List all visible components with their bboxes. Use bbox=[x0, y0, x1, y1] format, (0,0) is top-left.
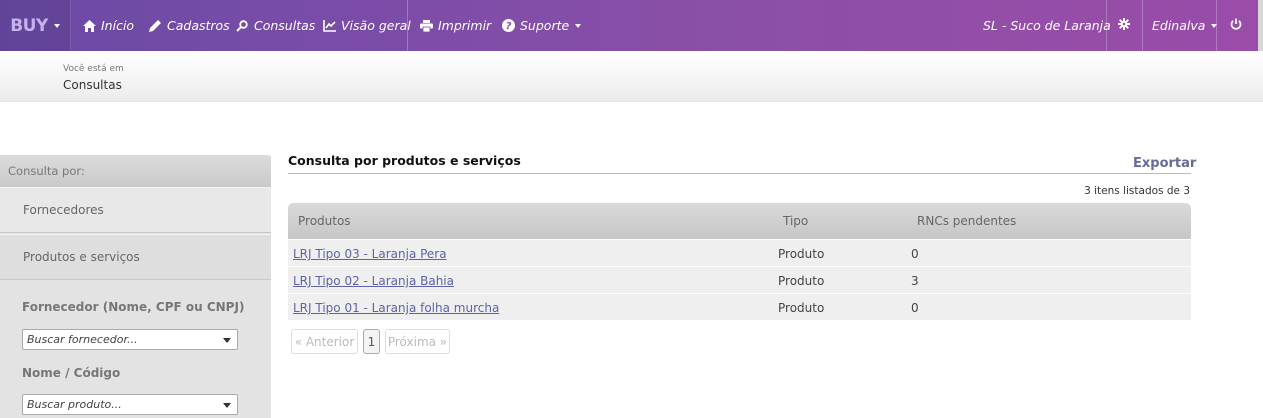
company-name: SL - Suco de Laranja bbox=[983, 18, 1111, 33]
pending-rncs: 3 bbox=[911, 274, 919, 288]
nav-visao-geral[interactable]: Visão geral bbox=[322, 0, 411, 51]
export-link[interactable]: Exportar bbox=[1133, 156, 1196, 171]
logout-button[interactable] bbox=[1216, 0, 1256, 51]
sidebar-item-produtos-servicos[interactable]: Produtos e serviços bbox=[0, 234, 271, 280]
chevron-down-icon bbox=[223, 403, 231, 408]
svg-text:?: ? bbox=[505, 21, 511, 32]
nav-label: Imprimir bbox=[438, 18, 492, 33]
gear-icon bbox=[1118, 18, 1130, 33]
nav-imprimir[interactable]: Imprimir bbox=[419, 0, 491, 51]
home-icon bbox=[82, 19, 96, 33]
nav-cadastros[interactable]: Cadastros bbox=[148, 0, 230, 51]
result-count: 3 itens listados de 3 bbox=[1084, 185, 1190, 197]
window-edge bbox=[1258, 0, 1263, 51]
chevron-down-icon bbox=[575, 23, 582, 28]
nav-divider bbox=[1142, 0, 1143, 51]
product-type: Produto bbox=[778, 247, 825, 261]
nav-label: Visão geral bbox=[341, 18, 411, 33]
product-search-placeholder: Buscar produto... bbox=[27, 398, 122, 411]
supplier-search-select[interactable]: Buscar fornecedor... bbox=[22, 329, 238, 350]
table-header bbox=[288, 203, 1191, 239]
product-link[interactable]: LRJ Tipo 01 - Laranja folha murcha bbox=[293, 301, 499, 315]
user-menu[interactable]: Edinalva bbox=[1152, 0, 1218, 51]
sidebar-heading: Consulta por: bbox=[0, 155, 271, 187]
pencil-icon bbox=[148, 19, 162, 33]
brand-menu[interactable]: BUY bbox=[0, 0, 71, 51]
settings-button[interactable] bbox=[1106, 0, 1142, 51]
pagination-page[interactable]: 1 bbox=[363, 329, 380, 354]
printer-icon bbox=[419, 19, 433, 33]
pending-rncs: 0 bbox=[911, 301, 919, 315]
nav-divider bbox=[407, 0, 408, 51]
product-filter-label: Nome / Código bbox=[22, 366, 121, 380]
product-link[interactable]: LRJ Tipo 03 - Laranja Pera bbox=[293, 247, 447, 261]
product-search-select[interactable]: Buscar produto... bbox=[22, 394, 238, 415]
title-divider bbox=[288, 173, 1191, 174]
nav-label: Cadastros bbox=[167, 18, 230, 33]
brand-logo: BUY bbox=[10, 15, 48, 36]
chevron-down-icon bbox=[223, 338, 231, 343]
search-icon bbox=[235, 19, 249, 33]
chart-icon bbox=[322, 19, 336, 33]
supplier-filter-label: Fornecedor (Nome, CPF ou CNPJ) bbox=[22, 300, 245, 314]
pagination-prev[interactable]: « Anterior bbox=[291, 329, 358, 354]
pagination-next[interactable]: Próxima » bbox=[385, 329, 450, 354]
chevron-down-icon bbox=[53, 23, 60, 28]
breadcrumb bbox=[0, 51, 1263, 102]
page-title: Consulta por produtos e serviços bbox=[288, 153, 521, 168]
column-header-rncs[interactable]: RNCs pendentes bbox=[917, 214, 1016, 228]
product-type: Produto bbox=[778, 301, 825, 315]
breadcrumb-current[interactable]: Consultas bbox=[63, 78, 122, 92]
column-header-tipo[interactable]: Tipo bbox=[783, 214, 808, 228]
supplier-search-placeholder: Buscar fornecedor... bbox=[27, 333, 138, 346]
power-icon bbox=[1230, 18, 1242, 33]
product-link[interactable]: LRJ Tipo 02 - Laranja Bahia bbox=[293, 274, 454, 288]
nav-label: Consultas bbox=[254, 18, 316, 33]
company-selector[interactable]: SL - Suco de Laranja bbox=[983, 0, 1111, 51]
pending-rncs: 0 bbox=[911, 247, 919, 261]
column-header-produtos[interactable]: Produtos bbox=[298, 214, 351, 228]
nav-suporte[interactable]: ? Suporte bbox=[501, 0, 582, 51]
nav-label: Início bbox=[101, 18, 135, 33]
user-name: Edinalva bbox=[1152, 18, 1206, 33]
nav-label: Suporte bbox=[520, 18, 570, 33]
nav-consultas[interactable]: Consultas bbox=[235, 0, 315, 51]
sidebar-item-fornecedores[interactable]: Fornecedores bbox=[0, 187, 271, 233]
product-type: Produto bbox=[778, 274, 825, 288]
breadcrumb-prefix: Você está em bbox=[63, 64, 124, 74]
help-icon: ? bbox=[501, 19, 515, 33]
nav-inicio[interactable]: Início bbox=[82, 0, 134, 51]
